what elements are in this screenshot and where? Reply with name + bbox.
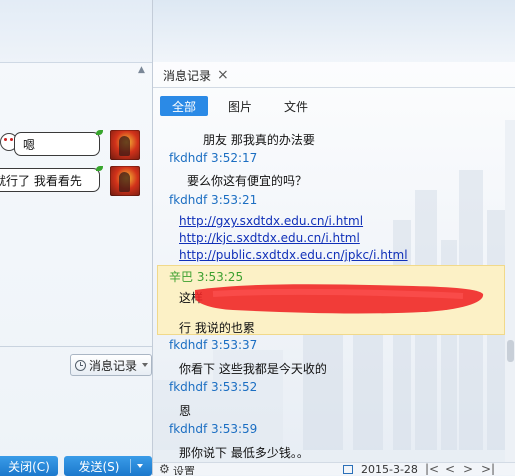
filter-tab-label: 全部 (171, 99, 196, 114)
history-message-text: 那你说下 最低多少钱。。 (179, 446, 309, 460)
message-record-button[interactable]: 消息记录 (70, 354, 152, 376)
settings-button[interactable]: 设置 (173, 463, 195, 475)
chevron-down-icon (142, 363, 149, 367)
history-scrollbar-thumb[interactable] (507, 340, 514, 362)
close-button-label: 关闭(C) (8, 459, 50, 474)
chat-header-area (0, 0, 152, 63)
chat-pane: ▲ 嗯 就行了 我看看先 消息记录 关闭(C) 发送(S) (0, 0, 152, 476)
history-message-text: 要么你这有便宜的吗？ (187, 174, 308, 188)
tab-divider (153, 87, 515, 88)
chat-bubble: 嗯 (14, 132, 100, 156)
send-button-label: 发送(S) (78, 459, 120, 474)
history-sender-time: fkdhdf 3:53:21 (169, 193, 258, 207)
avatar[interactable] (110, 130, 140, 160)
history-link[interactable]: http://gxy.sxdtdx.edu.cn/i.html (179, 214, 363, 228)
history-message-text: 朋友 那我真的办法要 (203, 133, 315, 147)
filter-tab-label: 图片 (227, 99, 252, 114)
tab-message-history[interactable]: 消息记录 × (157, 64, 235, 86)
history-sender-time: fkdhdf 3:53:59 (169, 422, 258, 436)
history-scrollbar[interactable] (505, 120, 515, 465)
input-divider (0, 346, 152, 347)
send-button[interactable]: 发送(S) (64, 456, 152, 476)
gear-icon[interactable]: ⚙ (159, 463, 170, 475)
chat-message-text: 嗯 (23, 137, 36, 152)
filter-tab-files[interactable]: 文件 (271, 96, 321, 116)
first-page-icon[interactable]: |< (425, 462, 439, 475)
close-button[interactable]: 关闭(C) (0, 456, 58, 476)
chat-message: 就行了 我看看先 (0, 166, 140, 196)
send-divider (130, 459, 131, 473)
leaf-icon (96, 130, 103, 135)
calendar-icon[interactable] (343, 465, 353, 474)
send-options-chevron-icon[interactable] (137, 464, 143, 468)
avatar[interactable] (110, 166, 140, 196)
leaf-icon (96, 166, 103, 171)
history-header-area (153, 0, 515, 62)
filter-tab-all[interactable]: 全部 (160, 96, 208, 116)
history-link[interactable]: http://kjc.sxdtdx.edu.cn/i.html (179, 231, 360, 245)
next-page-icon[interactable]: > (463, 462, 473, 475)
history-toolbar: ⚙ 设置 2015-3-28 |< < > >| (153, 462, 515, 475)
clock-icon (75, 359, 86, 371)
filter-tab-images[interactable]: 图片 (215, 96, 265, 116)
message-history-panel: 消息记录 × 全部 图片 文件 朋友 那我真的办法要 fkdhdf 3:52:1… (152, 0, 515, 475)
filter-tab-label: 文件 (283, 99, 308, 114)
history-sender-time: fkdhdf 3:53:52 (169, 380, 258, 394)
chat-message-text: 就行了 我看看先 (0, 173, 82, 188)
history-date[interactable]: 2015-3-28 (361, 463, 418, 475)
history-sender-time: fkdhdf 3:53:37 (169, 338, 258, 352)
message-record-label: 消息记录 (89, 358, 138, 373)
history-tab-label: 消息记录 (163, 68, 212, 83)
close-icon[interactable]: × (217, 68, 229, 82)
scroll-up-icon[interactable]: ▲ (138, 66, 145, 75)
prev-page-icon[interactable]: < (445, 462, 455, 475)
history-message-text: 恩 (179, 404, 192, 418)
history-message-list: 朋友 那我真的办法要 fkdhdf 3:52:17 要么你这有便宜的吗？ fkd… (153, 122, 505, 462)
history-sender-time: fkdhdf 3:52:17 (169, 151, 258, 165)
redaction-scribble (195, 284, 484, 314)
chat-message: 嗯 (0, 130, 140, 160)
history-message-text: 你看下 这些我都是今天收的 (179, 362, 327, 376)
history-link[interactable]: http://public.sxdtdx.edu.cn/jpkc/i.html (179, 248, 408, 262)
last-page-icon[interactable]: >| (481, 462, 495, 475)
chat-bubble: 就行了 我看看先 (0, 168, 100, 192)
history-message-text: 行 我说的也累 (179, 321, 255, 335)
